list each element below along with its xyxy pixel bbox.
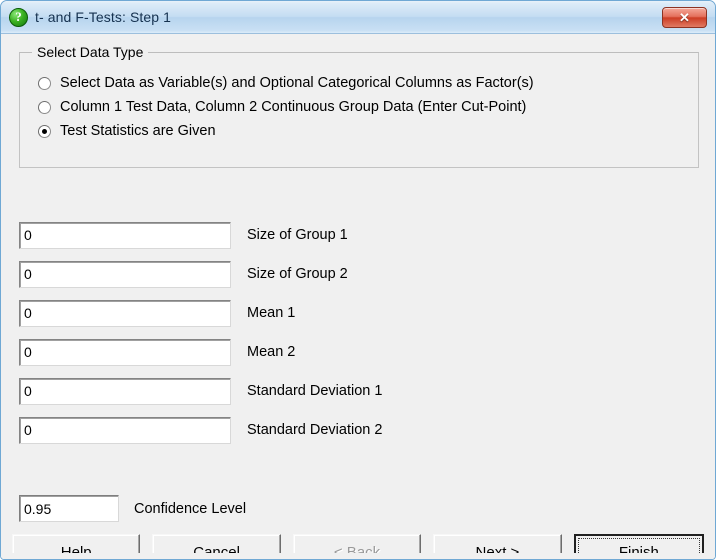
field-row-size-group-2: Size of Group 2 bbox=[19, 259, 382, 289]
standard-deviation-1-input[interactable] bbox=[19, 377, 231, 405]
data-type-radio-group: Select Data as Variable(s) and Optional … bbox=[38, 71, 690, 143]
mean-2-input[interactable] bbox=[19, 338, 231, 366]
confidence-level-input[interactable] bbox=[19, 495, 119, 522]
standard-deviation-2-label: Standard Deviation 2 bbox=[247, 422, 383, 438]
radio-option-variables[interactable]: Select Data as Variable(s) and Optional … bbox=[38, 71, 690, 95]
close-button[interactable]: ✕ bbox=[662, 6, 707, 28]
close-icon: ✕ bbox=[679, 9, 690, 25]
mean-1-input[interactable] bbox=[19, 299, 231, 327]
standard-deviation-1-label: Standard Deviation 1 bbox=[247, 383, 383, 399]
radio-option-label: Test Statistics are Given bbox=[60, 123, 216, 139]
radio-option-label: Column 1 Test Data, Column 2 Continuous … bbox=[60, 99, 527, 115]
size-of-group-2-label: Size of Group 2 bbox=[247, 266, 348, 282]
field-row-mean-2: Mean 2 bbox=[19, 337, 382, 367]
radio-option-test-statistics[interactable]: Test Statistics are Given bbox=[38, 119, 690, 143]
size-of-group-2-input[interactable] bbox=[19, 260, 231, 288]
field-row-std-dev-1: Standard Deviation 1 bbox=[19, 376, 382, 406]
dialog-client-area: Select Data Type Select Data as Variable… bbox=[1, 34, 715, 559]
group-legend: Select Data Type bbox=[32, 44, 149, 60]
confidence-level-label: Confidence Level bbox=[134, 500, 247, 517]
window-title: t- and F-Tests: Step 1 bbox=[35, 9, 172, 25]
help-question-icon: ? bbox=[9, 7, 28, 27]
help-question-icon-glyph: ? bbox=[15, 9, 22, 24]
title-bar-left: ? t- and F-Tests: Step 1 bbox=[9, 7, 662, 27]
mean-1-label: Mean 1 bbox=[247, 305, 296, 321]
size-of-group-1-input[interactable] bbox=[19, 221, 231, 249]
mean-2-label: Mean 2 bbox=[247, 344, 296, 360]
standard-deviation-2-input[interactable] bbox=[19, 416, 231, 444]
field-row-std-dev-2: Standard Deviation 2 bbox=[19, 415, 382, 445]
radio-icon-selected bbox=[38, 124, 51, 138]
size-of-group-1-label: Size of Group 1 bbox=[247, 227, 348, 243]
field-row-size-group-1: Size of Group 1 bbox=[19, 220, 382, 250]
radio-icon bbox=[38, 100, 51, 114]
radio-icon bbox=[38, 76, 51, 90]
title-bar: ? t- and F-Tests: Step 1 ✕ bbox=[1, 1, 715, 34]
radio-option-cut-point[interactable]: Column 1 Test Data, Column 2 Continuous … bbox=[38, 95, 690, 119]
statistics-fields: Size of Group 1 Size of Group 2 Mean 1 M… bbox=[19, 220, 382, 454]
field-row-mean-1: Mean 1 bbox=[19, 298, 382, 328]
confidence-level-row: Confidence Level bbox=[19, 495, 246, 522]
dialog-bottom-strip bbox=[1, 553, 715, 559]
dialog-window: ? t- and F-Tests: Step 1 ✕ Select Data T… bbox=[0, 0, 716, 560]
select-data-type-group: Select Data Type Select Data as Variable… bbox=[19, 44, 699, 168]
radio-option-label: Select Data as Variable(s) and Optional … bbox=[60, 75, 534, 91]
